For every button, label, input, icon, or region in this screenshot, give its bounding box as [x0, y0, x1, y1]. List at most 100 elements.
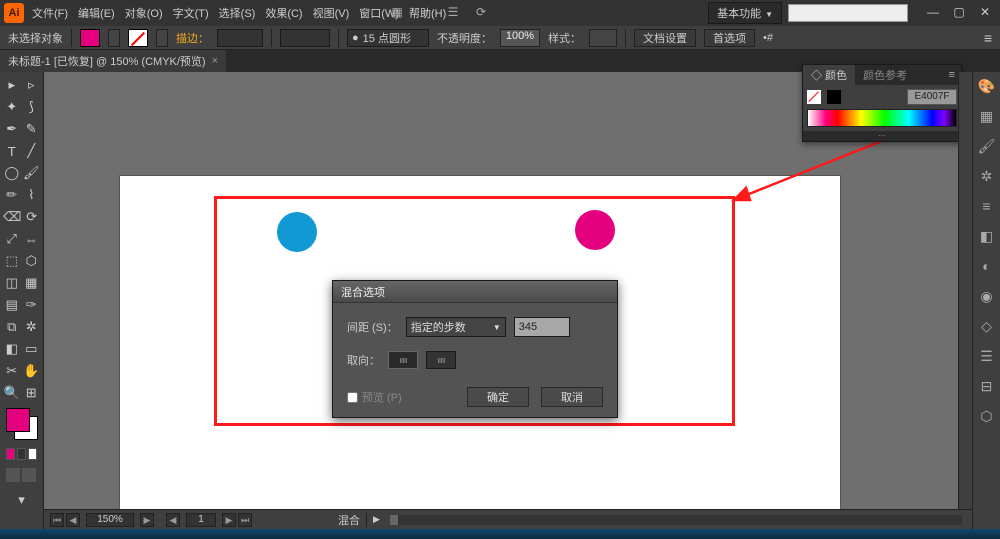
last-page-button[interactable]: ⏭: [238, 513, 252, 527]
direct-selection-tool[interactable]: ▹: [23, 75, 41, 95]
layout-grid-icon[interactable]: ▦: [388, 3, 406, 21]
stroke-weight-field[interactable]: [217, 29, 263, 47]
dialog-titlebar[interactable]: 混合选项: [333, 281, 617, 303]
blob-brush-tool[interactable]: ⌇: [23, 185, 41, 205]
window-close-button[interactable]: ✕: [974, 5, 996, 21]
workspace-switcher[interactable]: 基本功能▼: [708, 2, 782, 24]
fill-stroke-proxy[interactable]: [6, 408, 38, 440]
menu-type[interactable]: 字文(T): [173, 5, 209, 21]
document-tab[interactable]: 未标题-1 [已恢复] @ 150% (CMYK/预览) ×: [0, 50, 226, 72]
stroke-dock-icon[interactable]: ≡: [977, 196, 997, 216]
screen-mode-button[interactable]: ▾: [12, 490, 32, 510]
preferences-button[interactable]: 首选项: [704, 29, 755, 47]
brush-select[interactable]: ● 15 点圆形: [347, 29, 429, 47]
prev-artboard-button[interactable]: ◀: [66, 513, 80, 527]
fill-swatch-dropdown[interactable]: [108, 29, 120, 47]
orient-align-path-button[interactable]: ııııı: [426, 351, 456, 369]
next-zoom-button[interactable]: ▶: [140, 513, 154, 527]
hex-input[interactable]: E4007F: [907, 89, 957, 105]
scale-tool[interactable]: ⤢: [3, 229, 21, 249]
eraser-tool[interactable]: ⌫: [3, 207, 21, 227]
vertical-scrollbar[interactable]: [958, 72, 972, 509]
gradient-dock-icon[interactable]: ◧: [977, 226, 997, 246]
mesh-tool[interactable]: ▦: [23, 273, 41, 293]
width-tool[interactable]: ⇔: [23, 229, 41, 249]
scrollbar-thumb[interactable]: [390, 515, 398, 525]
brush-tool[interactable]: 🖌: [23, 163, 41, 183]
window-minimize-button[interactable]: —: [922, 5, 944, 21]
spacing-mode-select[interactable]: 指定的步数 ▼: [406, 317, 506, 337]
appearance-dock-icon[interactable]: ◉: [977, 286, 997, 306]
color-spectrum[interactable]: [807, 109, 957, 127]
magic-wand-tool[interactable]: ✦: [3, 97, 21, 117]
preview-checkbox[interactable]: 预览 (P): [347, 389, 402, 405]
pen-tool[interactable]: ✒: [3, 119, 21, 139]
cloud-icon[interactable]: ⟳: [472, 3, 490, 21]
normal-mode-button[interactable]: [6, 468, 20, 482]
menu-file[interactable]: 文件(F): [32, 5, 68, 21]
menu-edit[interactable]: 编辑(E): [78, 5, 115, 21]
line-tool[interactable]: ╱: [23, 141, 41, 161]
stroke-swatch-none[interactable]: [128, 29, 148, 47]
artboard-index[interactable]: 1: [186, 513, 216, 527]
color-dock-icon[interactable]: 🎨: [977, 76, 997, 96]
menu-view[interactable]: 视图(V): [313, 5, 350, 21]
ellipse-tool[interactable]: ◯: [3, 163, 21, 183]
fill-swatch[interactable]: [80, 29, 100, 47]
zoom-tool[interactable]: 🔍: [3, 383, 21, 403]
window-maximize-button[interactable]: ▢: [948, 5, 970, 21]
eyedropper-tool[interactable]: ✑: [23, 295, 41, 315]
transparency-dock-icon[interactable]: ◐: [977, 256, 997, 276]
rotate-tool[interactable]: ⟳: [23, 207, 40, 227]
swatches-dock-icon[interactable]: ▦: [977, 106, 997, 126]
print-tiling-tool[interactable]: ⊞: [23, 383, 41, 403]
zoom-level[interactable]: 150%: [86, 513, 134, 527]
align-dock-icon[interactable]: ⊟: [977, 376, 997, 396]
shape-builder-tool[interactable]: ⬡: [23, 251, 41, 271]
menu-effect[interactable]: 效果(C): [265, 5, 302, 21]
hand-tool[interactable]: ✋: [23, 361, 41, 381]
perspective-tool[interactable]: ◫: [3, 273, 21, 293]
last-stroke-swatch[interactable]: [17, 448, 26, 460]
cancel-button[interactable]: 取消: [541, 387, 603, 407]
add-anchor-tool[interactable]: ✎: [23, 119, 41, 139]
profile-select[interactable]: [280, 29, 330, 47]
free-transform-tool[interactable]: ⬚: [3, 251, 21, 271]
ok-button[interactable]: 确定: [467, 387, 529, 407]
first-artboard-button[interactable]: ⏮: [50, 513, 64, 527]
search-input[interactable]: [788, 4, 908, 22]
chevron-right-icon[interactable]: ▶: [373, 514, 380, 525]
panel-menu-icon[interactable]: ≡: [984, 30, 992, 46]
brushes-dock-icon[interactable]: 🖌: [977, 136, 997, 156]
lasso-tool[interactable]: ⟆: [23, 97, 41, 117]
close-icon[interactable]: ×: [212, 55, 218, 67]
menu-object[interactable]: 对象(O): [125, 5, 163, 21]
layers-dock-icon[interactable]: ☰: [977, 346, 997, 366]
fill-proxy[interactable]: [6, 408, 30, 432]
next-page-button[interactable]: ▶: [222, 513, 236, 527]
stroke-mini-swatch[interactable]: [807, 90, 821, 104]
prev-page-button[interactable]: ◀: [166, 513, 180, 527]
color-guide-tab[interactable]: 颜色参考: [855, 65, 915, 85]
preview-checkbox-input[interactable]: [347, 392, 358, 403]
doc-new-icon[interactable]: ▫: [416, 3, 434, 21]
transform-link[interactable]: •#: [763, 32, 773, 44]
menu-select[interactable]: 选择(S): [219, 5, 256, 21]
color-tab[interactable]: ◇ 颜色: [803, 65, 855, 85]
circle-blue-shape[interactable]: [277, 212, 317, 252]
spacing-steps-input[interactable]: [514, 317, 570, 337]
pathfinder-dock-icon[interactable]: ⬡: [977, 406, 997, 426]
blend-tool[interactable]: ⧉: [3, 317, 21, 337]
circle-pink-shape[interactable]: [575, 210, 615, 250]
pencil-tool[interactable]: ✏: [3, 185, 21, 205]
opacity-input[interactable]: 100%: [500, 29, 540, 47]
selection-tool[interactable]: ▸: [3, 75, 21, 95]
arrange-icon[interactable]: ☰: [444, 3, 462, 21]
fill-mini-swatch[interactable]: [827, 90, 841, 104]
slice-tool[interactable]: ✂: [3, 361, 21, 381]
artboard-tool[interactable]: ▭: [23, 339, 41, 359]
style-select[interactable]: [589, 29, 617, 47]
horizontal-scrollbar[interactable]: [390, 515, 962, 525]
panel-collapse[interactable]: ⋯: [803, 131, 961, 141]
symbols-dock-icon[interactable]: ✲: [977, 166, 997, 186]
